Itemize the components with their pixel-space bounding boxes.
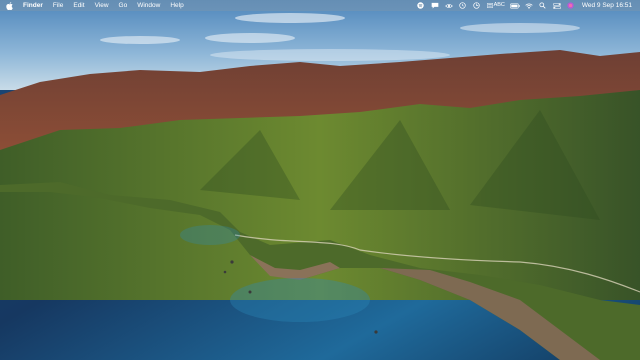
desktop-wallpaper xyxy=(0,0,640,360)
search-icon[interactable] xyxy=(536,0,550,11)
history-icon[interactable] xyxy=(470,0,484,11)
input-source-label: ABC xyxy=(493,2,505,8)
menu-view[interactable]: View xyxy=(90,0,114,11)
battery-icon[interactable] xyxy=(508,0,522,11)
siri-icon[interactable] xyxy=(564,0,578,11)
menu-window[interactable]: Window xyxy=(132,0,165,11)
menu-file[interactable]: File xyxy=(48,0,68,11)
keyboard-flag-icon xyxy=(486,3,493,8)
wifi-icon[interactable] xyxy=(522,0,536,11)
eye-icon[interactable] xyxy=(442,0,456,11)
menu-edit[interactable]: Edit xyxy=(68,0,89,11)
desktop[interactable]: Finder File Edit View Go Window Help ABC… xyxy=(0,0,640,360)
menu-go[interactable]: Go xyxy=(114,0,133,11)
message-bubble-icon[interactable] xyxy=(428,0,442,11)
menu-help[interactable]: Help xyxy=(165,0,188,11)
control-center-icon[interactable] xyxy=(550,0,564,11)
app-menu-finder[interactable]: Finder xyxy=(18,0,48,11)
spotify-icon[interactable] xyxy=(414,0,428,11)
apple-menu-icon[interactable] xyxy=(0,0,18,11)
input-source-menu[interactable]: ABC xyxy=(484,0,508,11)
time-machine-icon[interactable] xyxy=(456,0,470,11)
menubar-clock[interactable]: Wed 9 Sep 16:51 xyxy=(578,0,634,11)
menu-bar: Finder File Edit View Go Window Help ABC… xyxy=(0,0,640,11)
